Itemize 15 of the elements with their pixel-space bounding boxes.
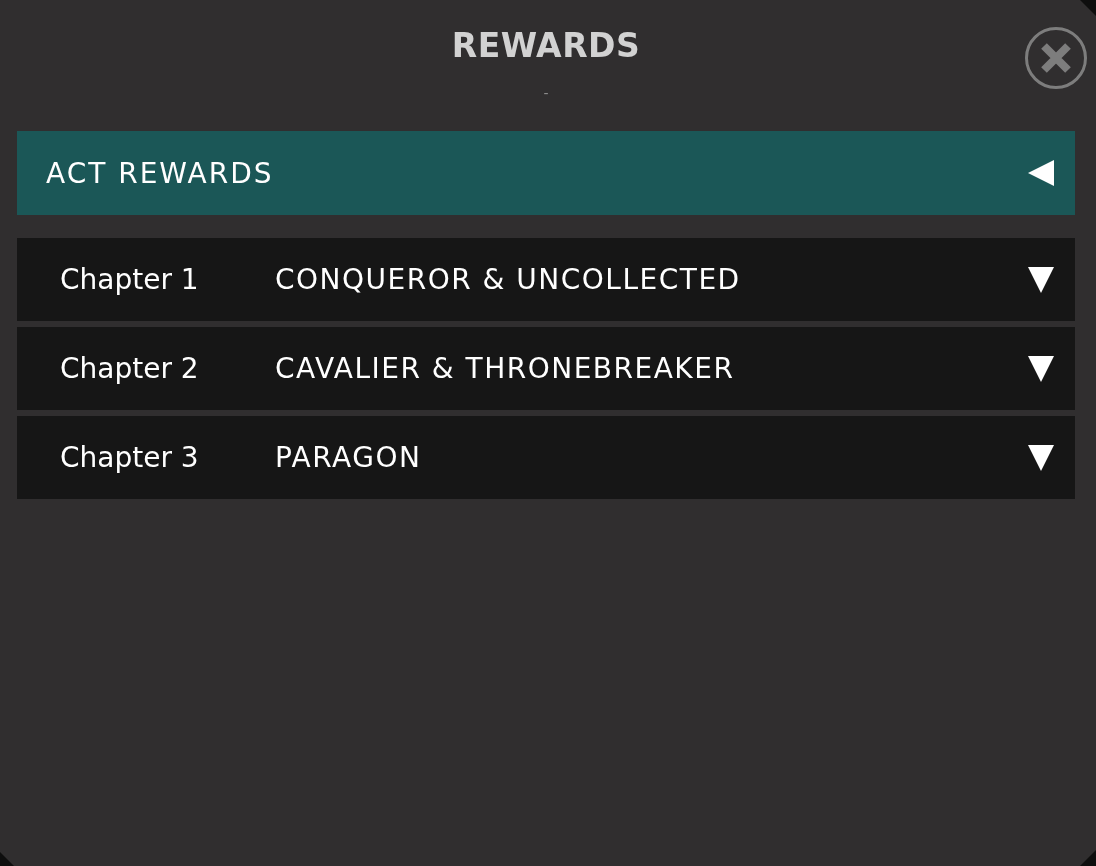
chapter-row[interactable]: Chapter 2 CAVALIER & THRONEBREAKER [17, 327, 1075, 410]
chapter-title: PARAGON [275, 441, 423, 474]
chapter-title: CAVALIER & THRONEBREAKER [275, 352, 736, 385]
section-header[interactable]: ACT REWARDS [17, 131, 1075, 215]
subtitle-text: - [543, 85, 549, 101]
chapter-title: CONQUEROR & UNCOLLECTED [275, 263, 742, 296]
chapter-label: Chapter 3 [60, 441, 200, 474]
chapter-row[interactable]: Chapter 3 PARAGON [17, 416, 1075, 499]
dialog-title: REWARDS [451, 27, 641, 65]
caret-icon [1028, 160, 1054, 186]
chapter-label: Chapter 1 [60, 263, 200, 296]
chapter-row[interactable]: Chapter 1 CONQUEROR & UNCOLLECTED [17, 238, 1075, 321]
close-icon [1025, 27, 1087, 89]
chapter-label: Chapter 2 [60, 352, 200, 385]
close-button[interactable] [1025, 27, 1087, 89]
